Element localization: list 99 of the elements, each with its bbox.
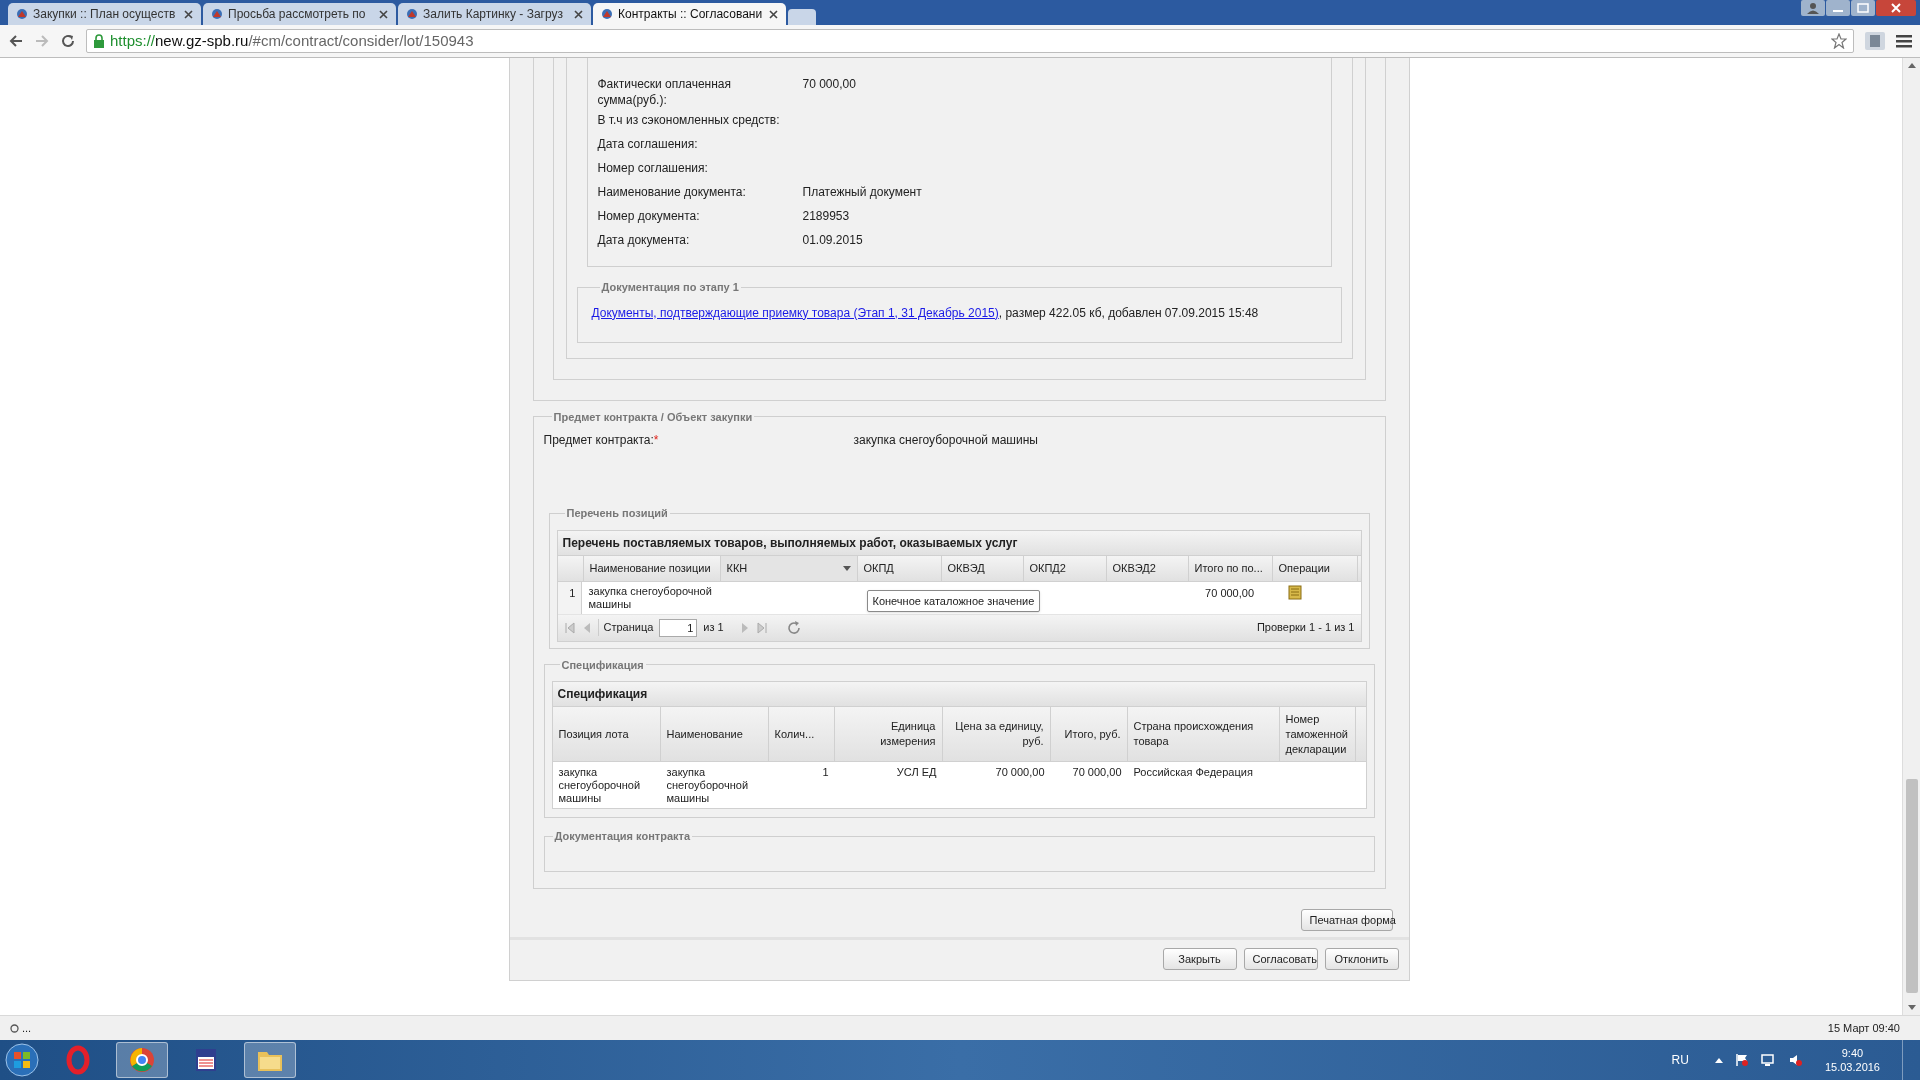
grid-title: Спецификация [552, 682, 1366, 707]
section-legend: Документация по этапу 1 [599, 279, 741, 296]
field-value: 70 000,00 [802, 76, 856, 93]
field-label: Предмет контракта: [543, 432, 654, 449]
address-bar[interactable]: https://new.gz-spb.ru/#cm/contract/consider/lot/150943 [86, 29, 1854, 53]
column-header[interactable]: Итого, руб. [1064, 726, 1121, 742]
minimize-icon[interactable] [1826, 0, 1850, 16]
field-label: В т.ч из сэкономленных средств: [597, 112, 781, 129]
status-time: 15 Март 09:40 [1827, 1020, 1900, 1036]
section-legend: Спецификация [559, 656, 646, 673]
field-label: Фактически оплаченная сумма(руб.): [597, 76, 733, 108]
loading-icon [10, 1023, 19, 1033]
page-input[interactable]: 1 [659, 618, 698, 637]
browser-tab[interactable]: Контракты :: Согласовани [593, 3, 786, 25]
browser-tab[interactable]: Залить Картинку - Загруз [398, 3, 591, 25]
reload-icon[interactable] [60, 33, 76, 49]
document-info: Документы, подтверждающие приемку товара (Этап 1, 31 Декабрь 2015), размер 422.05 кб, добавлен 07.09.2015 15:48 [591, 304, 1260, 322]
column-header[interactable]: ОКВЭД [947, 559, 985, 577]
url-text: https://new.gz-spb.ru/#cm/contract/consider/lot/150943 [110, 30, 474, 51]
dropdown-arrow-icon[interactable] [842, 565, 851, 571]
speaker-icon[interactable] [1788, 1053, 1803, 1067]
tooltip: Конечное каталожное значение [866, 589, 1041, 612]
section-legend: Перечень позиций [564, 505, 670, 522]
scroll-thumb[interactable] [1905, 779, 1918, 993]
table-cell-text: 70 000,00 [994, 765, 1046, 780]
grid-title: Перечень поставляемых товаров, выполняемых работ, оказываемых услуг [557, 530, 1361, 556]
pager-label: Страница [597, 619, 654, 636]
column-header[interactable]: Номер таможенной декларации [1285, 711, 1349, 757]
browser-tab[interactable]: Просьба рассмотреть по [203, 3, 396, 25]
pager-summary: Проверки 1 - 1 из 1 [1256, 620, 1355, 636]
required-mark: * [653, 432, 659, 449]
language-indicator[interactable]: RU [1671, 1051, 1689, 1069]
page-icon [406, 8, 418, 20]
close-icon[interactable] [1876, 0, 1916, 16]
document-link[interactable]: Документы, подтверждающие приемку товара (Этап 1, 31 Декабрь 2015) [591, 305, 999, 320]
table-cell-text: закупка снегоуборочной машины [587, 583, 713, 612]
field-label: Номер документа: [597, 208, 701, 225]
start-button[interactable] [4, 1042, 40, 1078]
field-value: Платежный документ [802, 184, 922, 201]
browser-tab[interactable]: Закупки :: План осуществ [8, 3, 201, 25]
column-header[interactable]: ККН [726, 559, 748, 577]
row-number: 1 [557, 581, 583, 614]
field-value: 01.09.2015 [802, 232, 863, 249]
table-cell-text: УСЛ ЕД [895, 765, 938, 780]
lock-icon [93, 34, 105, 48]
close-icon[interactable] [379, 9, 388, 19]
close-icon[interactable] [184, 9, 193, 19]
clock-time[interactable]: 9:40 [1841, 1046, 1864, 1060]
field-label: Наименование документа: [597, 184, 747, 201]
table-cell-text: Российская Федерация [1132, 765, 1254, 780]
column-header[interactable]: Страна происхождения товара [1133, 719, 1273, 749]
action-button[interactable]: Отклонить [1324, 948, 1399, 970]
page-icon [211, 8, 223, 20]
user-icon[interactable] [1801, 0, 1825, 16]
column-header[interactable]: ОКВЭД2 [1112, 559, 1156, 577]
field-value: 2189953 [802, 208, 850, 225]
taskbar-button[interactable] [116, 1042, 168, 1078]
column-header[interactable]: Наименование [666, 726, 743, 742]
action-button[interactable]: Согласовать [1243, 948, 1318, 970]
back-arrow-icon[interactable] [8, 33, 24, 49]
close-icon[interactable] [769, 9, 778, 19]
clock-date[interactable]: 15.03.2016 [1824, 1060, 1880, 1074]
menu-icon[interactable] [1896, 34, 1912, 48]
action-button[interactable]: Закрыть [1162, 948, 1237, 970]
table-cell-text: закупка снегоуборочной машины [557, 765, 642, 806]
column-header[interactable]: ОКПД2 [1029, 559, 1066, 577]
table-cell-text: 70 000,00 [1204, 585, 1256, 601]
column-header[interactable]: Операции [1278, 559, 1330, 577]
scrollbar[interactable] [1902, 58, 1920, 1015]
column-header[interactable]: Итого по по... [1194, 559, 1263, 577]
column-header[interactable]: Единица измерения [840, 719, 936, 749]
column-header[interactable]: Позиция лота [558, 726, 629, 742]
extension-icon[interactable] [1864, 31, 1886, 51]
pager-total: из 1 [703, 620, 724, 636]
close-icon[interactable] [574, 9, 583, 19]
flag-icon[interactable] [1734, 1053, 1749, 1067]
field-label: Дата документа: [597, 232, 691, 249]
scroll-down-icon[interactable] [1906, 1004, 1917, 1012]
table-cell-text: 1 [821, 765, 830, 780]
star-icon[interactable] [1831, 33, 1847, 49]
status-text: ... [22, 1020, 32, 1036]
table-cell-text: 70 000,00 [1071, 765, 1123, 780]
field-label: Номер соглашения: [597, 160, 709, 177]
network-icon[interactable] [1760, 1053, 1777, 1067]
table-cell-text: закупка снегоуборочной машины [665, 765, 750, 806]
section-legend: Предмет контракта / Объект закупки [551, 408, 755, 425]
page-icon [16, 8, 28, 20]
column-header[interactable]: Колич... [774, 726, 815, 742]
page-icon [601, 8, 613, 20]
field-label: Дата соглашения: [597, 136, 699, 153]
refresh-icon[interactable] [785, 619, 802, 636]
column-header[interactable]: Цена за единицу, руб. [948, 719, 1044, 749]
section-legend: Документация контракта [552, 828, 693, 845]
tray-arrow-icon[interactable] [1714, 1057, 1723, 1063]
column-header[interactable]: Наименование позиции [589, 559, 711, 577]
column-header[interactable]: ОКПД [863, 559, 894, 577]
scroll-up-icon[interactable] [1906, 61, 1917, 69]
field-value: закупка снегоуборочной машины [853, 432, 1038, 449]
scroll-icon[interactable] [1287, 584, 1304, 600]
